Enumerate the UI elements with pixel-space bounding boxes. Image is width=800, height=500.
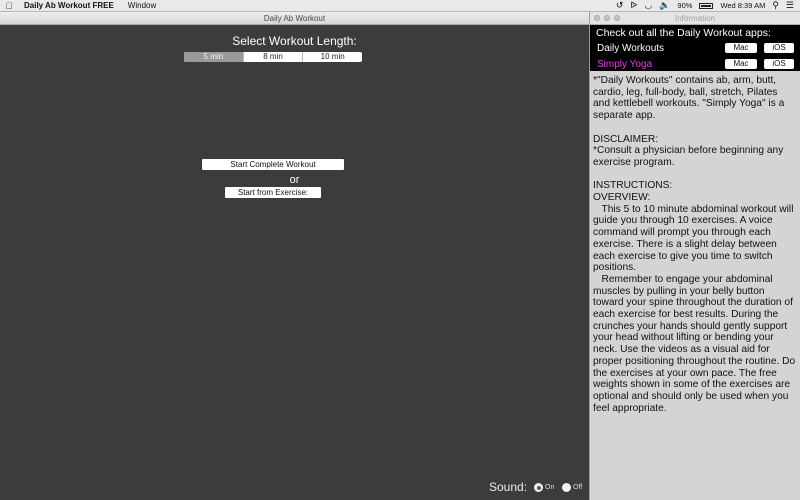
zoom-button[interactable] <box>614 15 620 21</box>
sound-off-radio[interactable]: Off <box>562 483 582 492</box>
daily-workouts-mac-button[interactable]: Mac <box>725 43 757 53</box>
disclaimer-text: *Consult a physician before beginning an… <box>593 145 784 168</box>
battery-percent[interactable]: 90% <box>677 1 692 10</box>
daily-workouts-ios-button[interactable]: iOS <box>764 43 794 53</box>
workout-length-control: 5 min 8 min 10 min <box>184 52 362 62</box>
volume-icon[interactable]: 🔈 <box>659 0 670 11</box>
window-menu[interactable]: Window <box>128 1 156 10</box>
simply-yoga-ios-button[interactable]: iOS <box>764 59 794 69</box>
intro-text: *"Daily Workouts" contains ab, arm, butt… <box>593 75 785 122</box>
status-area: ↺ ᐉ ◡ 🔈 90% Wed 8:39 AM ⚲ ☰ <box>616 0 800 11</box>
app-row-daily-workouts: Daily Workouts Mac iOS <box>597 42 794 54</box>
app-name-daily-workouts: Daily Workouts <box>597 42 665 54</box>
main-window: Daily Ab Workout Select Workout Length: … <box>0 12 589 500</box>
information-panel: Information Check out all the Daily Work… <box>589 12 800 500</box>
info-titlebar: Information <box>590 12 800 25</box>
window-controls <box>594 15 620 21</box>
or-label: or <box>289 174 300 186</box>
info-title: Information <box>674 14 716 23</box>
wifi-icon[interactable]: ◡ <box>644 0 652 11</box>
disclaimer-heading: DISCLAIMER: <box>593 133 659 145</box>
app-name-simply-yoga: Simply Yoga <box>597 58 653 70</box>
sound-label: Sound: <box>489 480 528 494</box>
minimize-button[interactable] <box>604 15 610 21</box>
battery-icon[interactable] <box>699 2 714 9</box>
notification-center-icon[interactable]: ☰ <box>786 0 794 11</box>
main-window-title: Daily Ab Workout <box>0 12 589 25</box>
apple-menu-icon[interactable]:  <box>0 1 18 11</box>
length-5-min[interactable]: 5 min <box>184 52 244 62</box>
sound-on-label: On <box>545 484 555 491</box>
bluetooth-icon[interactable]: ᐉ <box>630 0 637 11</box>
instructions-heading: INSTRUCTIONS: <box>593 180 673 192</box>
simply-yoga-mac-button[interactable]: Mac <box>725 59 757 69</box>
start-from-exercise-button[interactable]: Start from Exercise: <box>225 187 321 198</box>
radio-off-dot[interactable] <box>562 483 571 492</box>
select-length-title: Select Workout Length: <box>232 34 357 48</box>
sound-off-label: Off <box>573 484 583 491</box>
overview-heading: OVERVIEW: <box>593 192 651 203</box>
overview-paragraph-1: This 5 to 10 minute abdominal workout wi… <box>593 203 797 274</box>
start-complete-workout-button[interactable]: Start Complete Workout <box>202 159 344 170</box>
length-8-min[interactable]: 8 min <box>244 52 304 62</box>
sound-on-radio[interactable]: On <box>534 483 554 492</box>
menu-bar:  Daily Ab Workout FREE Window ↺ ᐉ ◡ 🔈 9… <box>0 0 800 12</box>
clock[interactable]: Wed 8:39 AM <box>720 1 765 10</box>
close-button[interactable] <box>594 15 600 21</box>
app-row-simply-yoga: Simply Yoga Mac iOS <box>597 58 794 70</box>
app-menu[interactable]: Daily Ab Workout FREE <box>24 1 114 10</box>
length-10-min[interactable]: 10 min <box>303 52 362 62</box>
overview-paragraph-2: Remember to engage your abdominal muscle… <box>593 273 799 414</box>
info-text: *"Daily Workouts" contains ab, arm, butt… <box>590 71 800 414</box>
time-machine-icon[interactable]: ↺ <box>616 0 624 11</box>
radio-on-dot[interactable] <box>534 483 543 492</box>
apps-promo-box: Check out all the Daily Workout apps: Da… <box>590 25 800 71</box>
apps-heading: Check out all the Daily Workout apps: <box>596 27 771 39</box>
spotlight-search-icon[interactable]: ⚲ <box>772 0 779 11</box>
